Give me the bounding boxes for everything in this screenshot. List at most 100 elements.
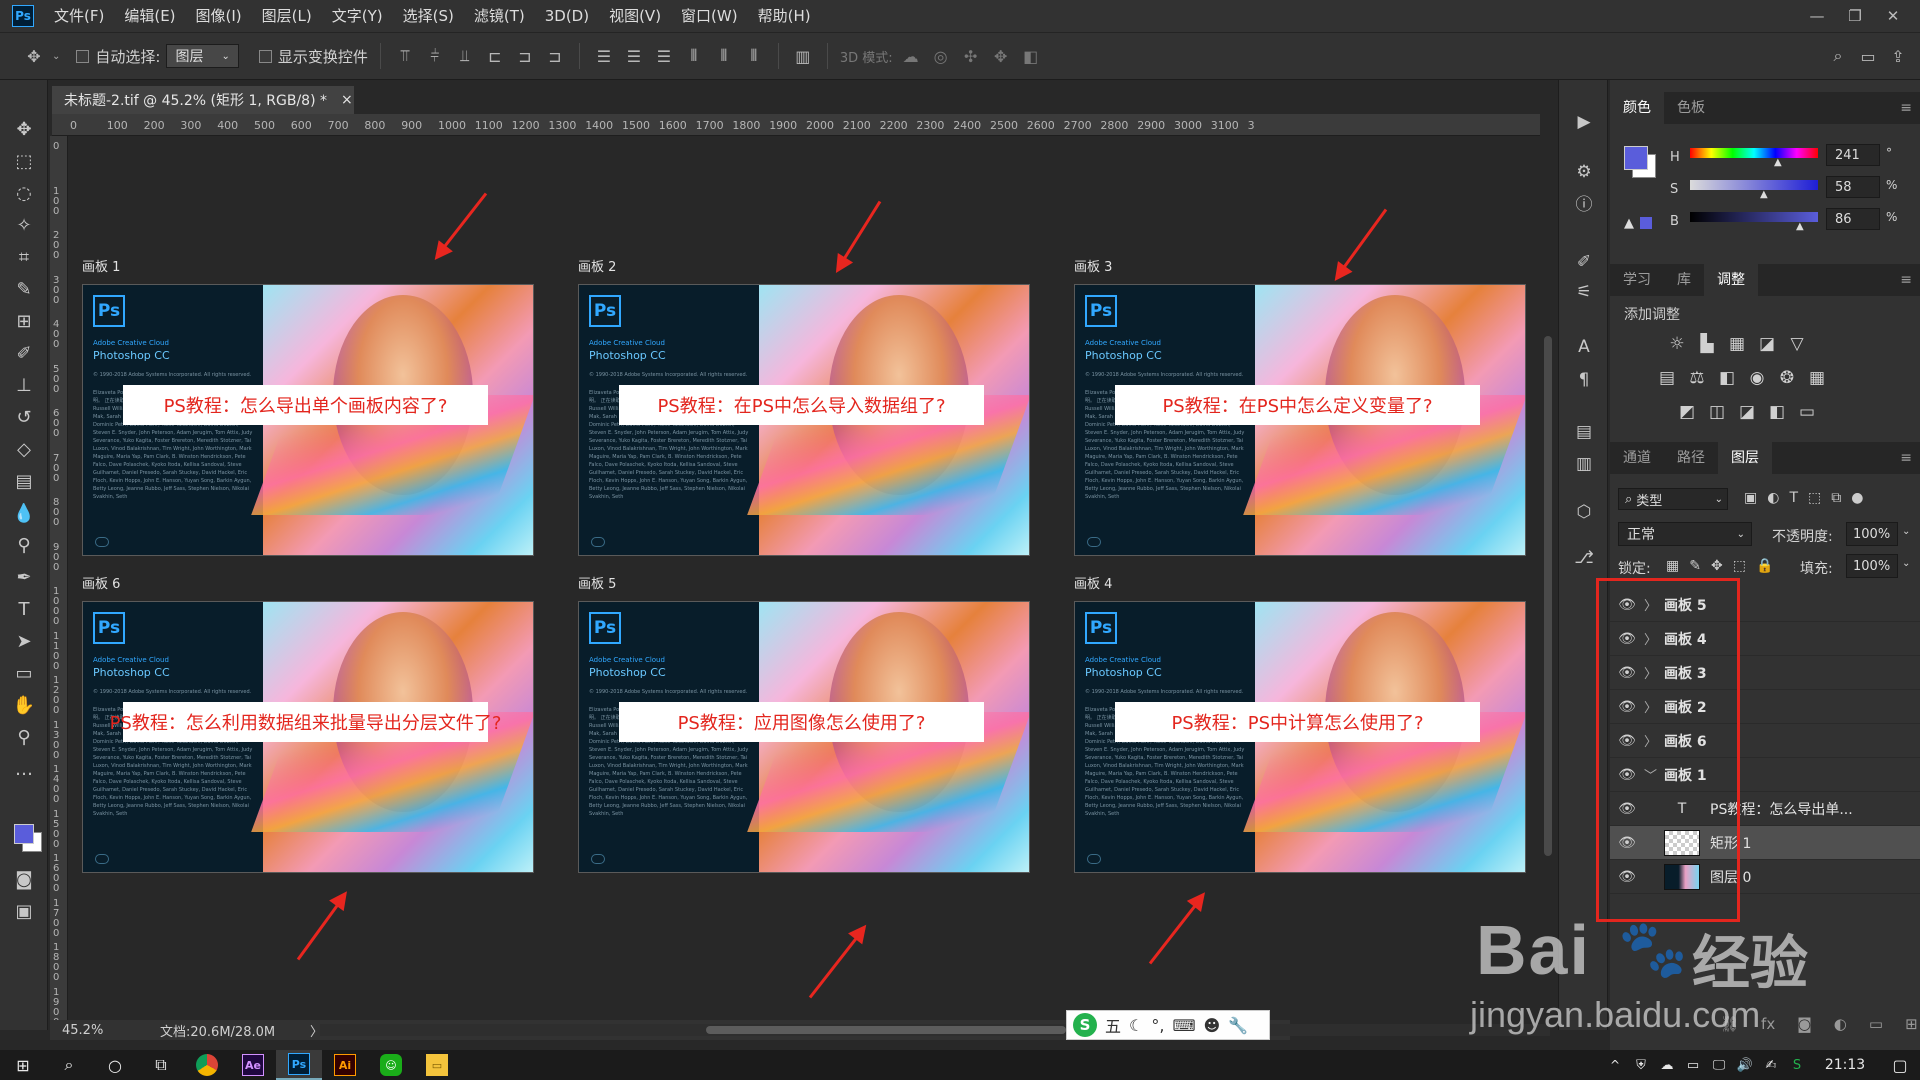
panel-menu-icon[interactable]: ≡ xyxy=(1900,100,1912,116)
type-tool-icon[interactable]: T xyxy=(11,596,37,622)
gradient-tool-icon[interactable]: ▤ xyxy=(11,468,37,494)
scroll-thumb[interactable] xyxy=(1544,336,1552,856)
black-white-icon[interactable]: ◧ xyxy=(1716,368,1738,388)
search-icon[interactable]: ⌕ xyxy=(46,1050,92,1080)
document-tab[interactable]: 未标题-2.tif @ 45.2% (矩形 1, RGB/8) * × xyxy=(52,86,354,114)
tool-preset-arrow-icon[interactable]: ⌄ xyxy=(52,51,60,62)
filter-pixel-icon[interactable]: ▣ xyxy=(1744,490,1757,506)
tab-layers[interactable]: 图层 xyxy=(1718,442,1772,474)
artboard-label[interactable]: 画板 4 xyxy=(1074,573,1112,592)
menu-file[interactable]: 文件(F) xyxy=(44,0,114,32)
filter-smart-icon[interactable]: ⧉ xyxy=(1831,490,1841,506)
user-icon[interactable]: ☻ xyxy=(1204,1016,1221,1035)
blur-tool-icon[interactable]: 💧 xyxy=(11,500,37,526)
saturation-value[interactable]: 58 xyxy=(1826,176,1880,198)
tab-color[interactable]: 颜色 xyxy=(1610,92,1664,124)
sogou-icon[interactable]: S xyxy=(1784,1050,1810,1080)
move-tool-icon[interactable]: ✥ xyxy=(11,116,37,142)
horizontal-scrollbar[interactable] xyxy=(320,1024,1550,1036)
keyboard-icon[interactable]: ⌨ xyxy=(1172,1016,1195,1035)
security-icon[interactable]: ⛨ xyxy=(1628,1050,1654,1080)
selective-color-icon[interactable]: ◧ xyxy=(1766,402,1788,422)
levels-icon[interactable]: ▙ xyxy=(1696,334,1718,354)
maximize-button[interactable]: ❐ xyxy=(1836,0,1874,32)
illustrator-icon[interactable]: Ai xyxy=(322,1050,368,1080)
distribute-vcenter-icon[interactable]: ☰ xyxy=(622,44,646,68)
panel-menu-icon[interactable]: ≡ xyxy=(1900,450,1912,466)
scroll-thumb[interactable] xyxy=(706,1026,1066,1034)
blend-mode-dropdown[interactable]: 正常 ⌄ xyxy=(1618,522,1752,546)
battery-icon[interactable]: ▭ xyxy=(1680,1050,1706,1080)
align-left-icon[interactable]: ⊏ xyxy=(483,44,507,68)
threshold-icon[interactable]: ◪ xyxy=(1736,402,1758,422)
notification-icon[interactable]: ▢ xyxy=(1880,1050,1920,1080)
character-icon[interactable]: A xyxy=(1572,335,1596,359)
filter-adjustment-icon[interactable]: ◐ xyxy=(1767,490,1779,506)
timeline-icon[interactable]: ⎇ xyxy=(1572,546,1596,570)
close-icon[interactable]: × xyxy=(341,92,353,108)
chevron-up-icon[interactable]: ^ xyxy=(1602,1050,1628,1080)
websafe-swatch[interactable] xyxy=(1640,217,1652,229)
align-vcenter-icon[interactable]: ⫩ xyxy=(423,44,447,68)
after-effects-icon[interactable]: Ae xyxy=(230,1050,276,1080)
glyphs-icon[interactable]: ▤ xyxy=(1572,420,1596,444)
brush-settings-icon[interactable]: ✐ xyxy=(1572,250,1596,274)
more-tools-icon[interactable]: … xyxy=(11,756,37,782)
3d-pan-icon[interactable]: ✣ xyxy=(959,44,983,68)
menu-view[interactable]: 视图(V) xyxy=(599,0,671,32)
crop-tool-icon[interactable]: ⌗ xyxy=(11,244,37,270)
eraser-tool-icon[interactable]: ◇ xyxy=(11,436,37,462)
3d-scale-icon[interactable]: ◧ xyxy=(1019,44,1043,68)
brightness-slider[interactable]: ▲ xyxy=(1690,212,1818,232)
moon-icon[interactable]: ☾ xyxy=(1129,1016,1143,1035)
artboard-label[interactable]: 画板 5 xyxy=(578,573,616,592)
3d-orbit-icon[interactable]: ☁ xyxy=(899,44,923,68)
chrome-icon[interactable] xyxy=(184,1050,230,1080)
color-lookup-icon[interactable]: ▦ xyxy=(1806,368,1828,388)
hue-slider[interactable]: ▲ xyxy=(1690,148,1818,168)
minimize-button[interactable]: — xyxy=(1798,0,1836,32)
vertical-scrollbar[interactable] xyxy=(1540,114,1556,1020)
pen-icon[interactable]: ✍ xyxy=(1758,1050,1784,1080)
task-view-icon[interactable]: ⧉ xyxy=(138,1050,184,1080)
align-top-icon[interactable]: ⫪ xyxy=(393,44,417,68)
path-select-tool-icon[interactable]: ➤ xyxy=(11,628,37,654)
stamp-tool-icon[interactable]: ⊥ xyxy=(11,372,37,398)
show-transform-checkbox[interactable]: 显示变换控件 xyxy=(258,46,368,67)
punctuation-icon[interactable]: °, xyxy=(1151,1016,1164,1035)
eyedropper-tool-icon[interactable]: ✎ xyxy=(11,276,37,302)
photo-filter-icon[interactable]: ◉ xyxy=(1746,368,1768,388)
menu-type[interactable]: 文字(Y) xyxy=(322,0,393,32)
filter-shape-icon[interactable]: ⬚ xyxy=(1808,490,1821,506)
artboard[interactable]: Ps Adobe Creative Cloud Photoshop CC © 1990… xyxy=(578,601,1030,873)
hue-saturation-icon[interactable]: ▤ xyxy=(1656,368,1678,388)
menu-image[interactable]: 图像(I) xyxy=(186,0,252,32)
artboard[interactable]: Ps Adobe Creative Cloud Photoshop CC © 1990… xyxy=(82,284,534,556)
play-action-icon[interactable]: ▶ xyxy=(1572,110,1596,134)
tab-paths[interactable]: 路径 xyxy=(1664,442,1718,474)
align-bottom-icon[interactable]: ⫫ xyxy=(453,44,477,68)
ime-logo[interactable]: S xyxy=(1073,1013,1097,1037)
history-brush-tool-icon[interactable]: ↺ xyxy=(11,404,37,430)
layer-filter-dropdown[interactable]: ⌕ 类型 ⌄ xyxy=(1618,488,1728,510)
align-hcenter-icon[interactable]: ⊐ xyxy=(513,44,537,68)
hue-value[interactable]: 241 xyxy=(1826,144,1880,166)
curves-icon[interactable]: ▦ xyxy=(1726,334,1748,354)
screen-mode-icon[interactable]: ▣ xyxy=(11,898,37,924)
lock-transparent-icon[interactable]: ▦ xyxy=(1666,558,1679,574)
auto-align-icon[interactable]: ▥ xyxy=(791,44,815,68)
hand-tool-icon[interactable]: ✋ xyxy=(11,692,37,718)
artboard-title[interactable]: PS教程：在PS中怎么导入数据组了? xyxy=(619,385,984,425)
opacity-input[interactable]: 100% xyxy=(1846,522,1898,546)
close-button[interactable]: ✕ xyxy=(1874,0,1912,32)
artboard-label[interactable]: 画板 1 xyxy=(82,256,120,275)
3d-roll-icon[interactable]: ◎ xyxy=(929,44,953,68)
file-explorer-icon[interactable]: ▭ xyxy=(414,1050,460,1080)
distribute-top-icon[interactable]: ☰ xyxy=(592,44,616,68)
pen-tool-icon[interactable]: ✒ xyxy=(11,564,37,590)
wechat-icon[interactable]: ☺ xyxy=(368,1050,414,1080)
history-icon[interactable]: ⚙ xyxy=(1572,160,1596,184)
filter-toggle-icon[interactable]: ● xyxy=(1851,490,1863,506)
gradient-map-icon[interactable]: ▭ xyxy=(1796,402,1818,422)
posterize-icon[interactable]: ◫ xyxy=(1706,402,1728,422)
